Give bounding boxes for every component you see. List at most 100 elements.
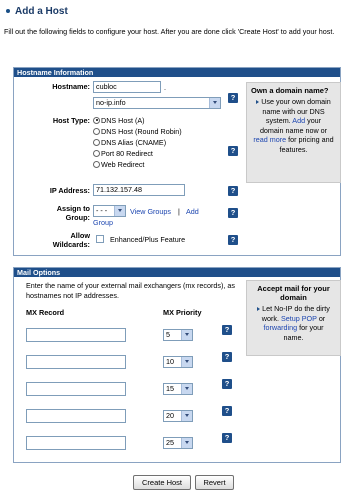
assign-group-label-line1: Assign to	[56, 204, 90, 213]
domain-select-value: no-ip.info	[96, 98, 126, 107]
mx-record-input-1[interactable]	[26, 328, 126, 342]
setup-pop-link[interactable]: Setup POP	[281, 314, 317, 323]
accept-mail-line4: name.	[283, 332, 304, 342]
hostname-section-heading: Hostname Information	[14, 68, 340, 77]
chevron-down-icon[interactable]	[181, 438, 192, 448]
mx-priority-value: 15	[166, 384, 174, 393]
mx-priority-select-2[interactable]: 10	[163, 356, 193, 368]
arrow-right-icon	[256, 100, 260, 105]
mail-options-heading: Mail Options	[14, 268, 340, 277]
mx-record-input-2[interactable]	[26, 355, 126, 369]
accept-mail-title-line2: domain	[280, 293, 307, 302]
mx-priority-select-1[interactable]: 5	[163, 329, 193, 341]
mx-priority-select-4[interactable]: 20	[163, 410, 193, 422]
host-type-option-web-redirect[interactable]: Web Redirect	[93, 159, 144, 169]
mx-row-help-icon-2[interactable]: ?	[222, 352, 232, 362]
host-type-label: Host Type:	[52, 116, 90, 125]
group-select-value: - - -	[96, 206, 108, 215]
radio-icon[interactable]	[93, 116, 100, 124]
accept-mail-line1: Let No-IP do the dirty	[247, 304, 340, 314]
host-type-option-a[interactable]: DNS Host (A)	[93, 115, 145, 125]
accept-mail-body: Let No-IP do the dirty work. Setup POP o…	[247, 304, 340, 342]
mx-priority-select-3[interactable]: 15	[163, 383, 193, 395]
host-type-option-cname[interactable]: DNS Alias (CNAME)	[93, 137, 166, 147]
host-type-option-label: DNS Alias (CNAME)	[101, 137, 167, 147]
mx-row-help-icon-3[interactable]: ?	[222, 379, 232, 389]
assign-group-label-line2: Group:	[65, 213, 90, 222]
create-host-button[interactable]: Create Host	[133, 475, 191, 490]
add-domain-link[interactable]: Add	[292, 116, 305, 125]
chevron-down-icon[interactable]	[209, 98, 220, 108]
mx-row-help-icon-5[interactable]: ?	[222, 433, 232, 443]
host-type-help-icon[interactable]: ?	[228, 146, 238, 156]
chevron-down-icon[interactable]	[114, 206, 125, 216]
mail-options-intro: Enter the name of your external mail exc…	[26, 281, 235, 300]
mx-row-help-icon-1[interactable]: ?	[222, 325, 232, 335]
mx-priority-value: 25	[166, 438, 174, 447]
radio-icon[interactable]	[93, 149, 100, 157]
arrow-right-icon	[257, 307, 261, 312]
hostname-dot: .	[164, 83, 166, 92]
chevron-down-icon[interactable]	[181, 384, 192, 394]
assign-group-label: Assign to Group:	[32, 204, 90, 222]
revert-button[interactable]: Revert	[195, 475, 234, 490]
host-type-option-label: Web Redirect	[101, 159, 145, 169]
group-select[interactable]: - - -	[93, 205, 126, 217]
chevron-down-icon[interactable]	[181, 330, 192, 340]
allow-wildcards-label-line2: Wildcards:	[52, 240, 90, 249]
host-type-option-label: DNS Host (Round Robin)	[101, 126, 182, 136]
own-domain-line5: read more for pricing and	[247, 135, 340, 145]
accept-mail-line1-text: Let No-IP do the dirty	[262, 304, 330, 313]
mx-record-input-5[interactable]	[26, 436, 126, 450]
own-domain-line5-b: for pricing and	[288, 135, 334, 144]
own-domain-line3: system. Add your	[247, 116, 340, 126]
group-help-icon[interactable]: ?	[228, 208, 238, 218]
accept-mail-promo-box: Accept mail for your domain Let No-IP do…	[246, 280, 341, 356]
mx-priority-select-5[interactable]: 25	[163, 437, 193, 449]
mx-record-header: MX Record	[26, 308, 65, 317]
own-domain-body: Use your own domain name with our DNS sy…	[247, 97, 340, 154]
mx-record-input-3[interactable]	[26, 382, 126, 396]
own-domain-line3-a: system.	[265, 116, 291, 125]
accept-mail-line3-b: for your	[299, 323, 324, 332]
hostname-help-icon[interactable]: ?	[228, 93, 238, 103]
wildcards-feature-text: Enhanced/Plus Feature	[110, 235, 186, 244]
add-group-link-continued[interactable]: Group	[93, 218, 113, 227]
own-domain-title: Own a domain name?	[251, 86, 329, 95]
chevron-down-icon[interactable]	[181, 357, 192, 367]
radio-icon[interactable]	[93, 160, 100, 168]
page-intro: Fill out the following fields to configu…	[4, 27, 335, 36]
host-type-option-label: DNS Host (A)	[101, 115, 145, 125]
mx-record-input-4[interactable]	[26, 409, 126, 423]
hostname-label: Hostname:	[52, 82, 90, 91]
ip-address-input[interactable]: 71.132.157.48	[93, 184, 185, 196]
group-links-separator: |	[178, 207, 180, 216]
own-domain-line2: name with our DNS	[262, 106, 325, 116]
accept-mail-line3: forwarding for your	[247, 323, 340, 333]
forwarding-link[interactable]: forwarding	[264, 323, 298, 332]
chevron-down-icon[interactable]	[181, 411, 192, 421]
hostname-input[interactable]: cubloc	[93, 81, 161, 93]
add-group-link[interactable]: Add	[186, 207, 199, 216]
accept-mail-line2-b: or	[318, 313, 326, 323]
accept-mail-line2: work. Setup POP or	[247, 314, 340, 324]
radio-icon[interactable]	[93, 138, 100, 146]
mx-priority-value: 5	[166, 330, 170, 339]
mx-row-help-icon-4[interactable]: ?	[222, 406, 232, 416]
radio-icon[interactable]	[93, 127, 100, 135]
ip-address-help-icon[interactable]: ?	[228, 186, 238, 196]
own-domain-line3-b: your	[307, 116, 322, 125]
domain-select[interactable]: no-ip.info	[93, 97, 221, 109]
read-more-link[interactable]: read more	[253, 135, 286, 144]
wildcards-checkbox[interactable]	[96, 235, 104, 243]
bullet-icon	[6, 9, 10, 13]
own-domain-promo-box: Own a domain name? Use your own domain n…	[246, 82, 341, 183]
wildcards-help-icon[interactable]: ?	[228, 235, 238, 245]
accept-mail-title-line1: Accept mail for your	[257, 284, 330, 293]
host-type-option-round-robin[interactable]: DNS Host (Round Robin)	[93, 126, 182, 136]
view-groups-link[interactable]: View Groups	[130, 207, 171, 216]
allow-wildcards-label-line1: Allow	[70, 231, 90, 240]
mx-priority-value: 10	[166, 357, 174, 366]
accept-mail-line2-a: work.	[261, 313, 279, 323]
host-type-option-port80[interactable]: Port 80 Redirect	[93, 148, 153, 158]
